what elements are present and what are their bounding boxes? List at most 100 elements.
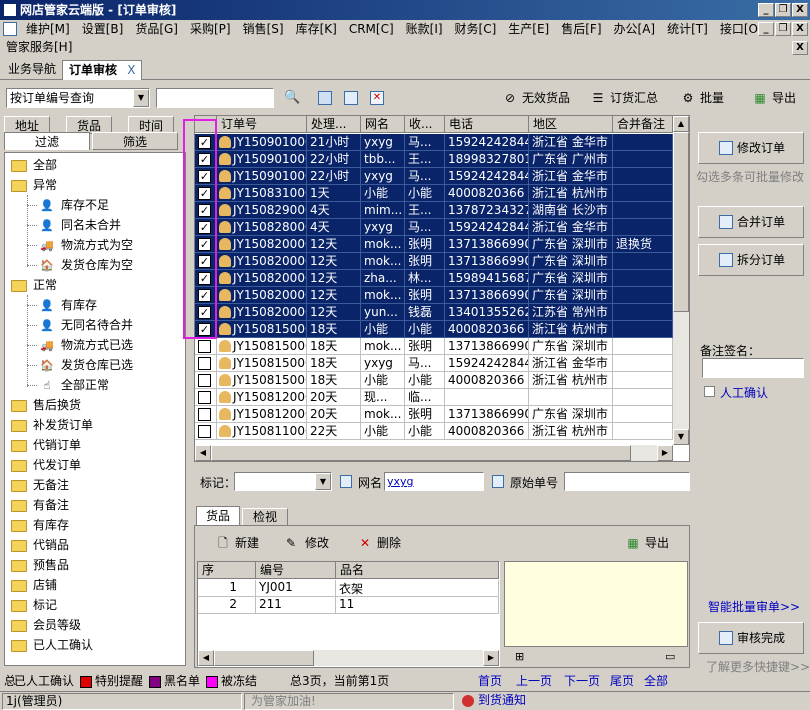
tab-order-audit[interactable]: 订单审核 X: [62, 60, 143, 80]
tree-item-12[interactable]: 售后换货: [11, 395, 81, 415]
tree-item-21[interactable]: 店铺: [11, 575, 57, 595]
grid-header-5[interactable]: 地区: [529, 116, 613, 133]
table-row[interactable]: JY1508110003 22天 小能 小能 4000820366 浙江省 杭州市: [195, 423, 675, 440]
next-page-link[interactable]: 下一页: [564, 672, 600, 690]
tree-item-10[interactable]: 🏠 发货仓库已选: [39, 355, 133, 375]
detail-edit-button[interactable]: ✎ 修改: [283, 534, 329, 551]
menu-restore-button[interactable]: ❐: [775, 22, 791, 36]
table-row[interactable]: ✓JY150901000122小时yxyg马...15924242844浙江省 …: [195, 168, 675, 185]
grid-header-3[interactable]: 收...: [405, 116, 445, 133]
detail-scroll-right-icon[interactable]: ▶: [483, 650, 499, 666]
tree-item-15[interactable]: 代发订单: [11, 455, 81, 475]
tree-item-16[interactable]: 无备注: [11, 475, 69, 495]
manual-confirm-label[interactable]: 人工确认: [720, 384, 768, 401]
add-remark-icon[interactable]: ⊞: [515, 650, 524, 663]
tree-item-2[interactable]: 👤 库存不足: [39, 195, 109, 215]
menu-item-4[interactable]: 销售[S]: [237, 20, 290, 38]
detail-tab-goods[interactable]: 货品: [196, 506, 240, 526]
scroll-down-icon[interactable]: ▼: [673, 429, 689, 445]
batch-button[interactable]: ⚙ 批量: [680, 88, 724, 108]
order-icon[interactable]: [318, 91, 332, 105]
table-row[interactable]: JY1508150001 18天 小能 小能 4000820366 浙江省 杭州市: [195, 372, 675, 389]
detail-export-button[interactable]: ▦ 导出: [625, 534, 669, 551]
row-checkbox[interactable]: [198, 340, 211, 353]
last-page-link[interactable]: 尾页: [610, 672, 634, 690]
smart-batch-link[interactable]: 智能批量审单>>: [708, 598, 800, 615]
scroll-right-icon[interactable]: ▶: [657, 445, 673, 461]
tree-item-4[interactable]: 🚚 物流方式为空: [39, 235, 133, 255]
table-row[interactable]: ✓JY15083100011天小能小能4000820366浙江省 杭州市: [195, 185, 675, 202]
row-checkbox[interactable]: [198, 374, 211, 387]
row-checkbox[interactable]: [198, 408, 211, 421]
detail-scroll-left-icon[interactable]: ◀: [198, 650, 214, 666]
menu-item-0[interactable]: 维护[M]: [20, 20, 76, 38]
scroll-left-icon[interactable]: ◀: [195, 445, 211, 461]
menu-minimize-button[interactable]: _: [758, 22, 774, 36]
menu-item-3[interactable]: 采购[P]: [184, 20, 237, 38]
order-summary-button[interactable]: ☰ 订货汇总: [590, 88, 658, 108]
tree-item-17[interactable]: 有备注: [11, 495, 69, 515]
prev-page-link[interactable]: 上一页: [516, 672, 552, 690]
tree-item-11[interactable]: ☝ 全部正常: [39, 375, 109, 395]
mdi-close-button[interactable]: X: [792, 41, 808, 55]
grid-vertical-scrollbar[interactable]: ▲ ▼: [673, 116, 689, 445]
menu-item-7[interactable]: 账款[I]: [400, 20, 449, 38]
manual-confirm-checkbox[interactable]: [704, 386, 715, 397]
table-row[interactable]: ✓JY150901000222小时tbb...王...18998327801广东…: [195, 151, 675, 168]
merge-order-button[interactable]: 合并订单: [698, 206, 804, 238]
detail-header-2[interactable]: 品名: [336, 562, 499, 579]
table-row[interactable]: JY1508150002 18天 yxyg 马... 15924242844浙江省 金华…: [195, 355, 675, 372]
search-icon[interactable]: 🔍: [284, 90, 300, 105]
edit-icon[interactable]: [344, 91, 358, 105]
tree-item-13[interactable]: 补发货订单: [11, 415, 93, 435]
remark-signature-input[interactable]: [702, 358, 804, 378]
grid-header-6[interactable]: 合并备注: [613, 116, 673, 133]
table-row[interactable]: ✓JY15082800034天yxyg马...15924242844浙江省 金华…: [195, 219, 675, 236]
invalid-goods-button[interactable]: ⊘ 无效货品: [502, 88, 570, 108]
first-page-link[interactable]: 首页: [478, 672, 502, 690]
tab-close-icon[interactable]: X: [127, 63, 135, 77]
grid-header-0[interactable]: 订单号: [217, 116, 307, 133]
export-button[interactable]: ▦ 导出: [752, 88, 796, 108]
split-order-button[interactable]: 拆分订单: [698, 244, 804, 276]
table-row[interactable]: ✓JY150820000412天zha...林...15989415687广东省…: [195, 270, 675, 287]
table-row[interactable]: ✓JY150820000612天mok...张明13713866990广东省 深…: [195, 236, 675, 253]
audit-complete-button[interactable]: 审核完成: [698, 622, 804, 654]
tree-item-8[interactable]: 👤 无同名待合并: [39, 315, 133, 335]
table-row[interactable]: ✓JY150901000321小时yxyg马...15924242844浙江省 …: [195, 134, 675, 151]
tree-item-9[interactable]: 🚚 物流方式已选: [39, 335, 133, 355]
tree-item-18[interactable]: 有库存: [11, 515, 69, 535]
detail-tab-inspect[interactable]: 检视: [242, 508, 288, 526]
tree-item-14[interactable]: 代销订单: [11, 435, 81, 455]
mark-select[interactable]: ▼: [234, 472, 332, 491]
tree-item-0[interactable]: 全部: [11, 155, 57, 175]
query-type-select[interactable]: 按订单编号查询 ▼: [6, 88, 150, 108]
grid-header-1[interactable]: 处理...: [307, 116, 361, 133]
hscroll-thumb[interactable]: [211, 445, 631, 461]
menu-item-6[interactable]: CRM[C]: [343, 20, 400, 38]
close-button[interactable]: X: [792, 3, 808, 17]
query-input[interactable]: [156, 88, 274, 108]
chevron-down-icon[interactable]: ▼: [133, 89, 149, 107]
orig-no-field[interactable]: [564, 472, 690, 491]
grid-horizontal-scrollbar[interactable]: ◀ ▶: [195, 445, 673, 461]
menu-item-9[interactable]: 生产[E]: [502, 20, 555, 38]
table-row[interactable]: JY1508150003 18天 mok... 张明 13713866990广东省 深圳…: [195, 338, 675, 355]
detail-header-0[interactable]: 序: [198, 562, 256, 579]
table-row[interactable]: ✓JY150820000312天mok...张明13713866990广东省 深…: [195, 287, 675, 304]
menu-item-1[interactable]: 设置[B]: [76, 20, 130, 38]
tab-filter[interactable]: 过滤: [4, 132, 90, 150]
grid-header-2[interactable]: 网名: [361, 116, 405, 133]
edit-order-button[interactable]: 修改订单: [698, 132, 804, 164]
detail-header-1[interactable]: 编号: [256, 562, 336, 579]
table-row[interactable]: ✓JY15082900014天mim...王...13787234327湖南省 …: [195, 202, 675, 219]
tree-item-24[interactable]: 已人工确认: [11, 635, 93, 655]
copy-icon[interactable]: [340, 475, 352, 488]
row-checkbox[interactable]: [198, 357, 211, 370]
menu-item-10[interactable]: 售后[F]: [555, 20, 607, 38]
minimize-button[interactable]: _: [758, 3, 774, 17]
tree-item-19[interactable]: 代销品: [11, 535, 69, 555]
tree-item-3[interactable]: 👤 同名未合并: [39, 215, 121, 235]
arrival-notice[interactable]: 到货通知: [460, 693, 526, 710]
tab-business-nav[interactable]: 业务导航: [2, 60, 62, 80]
